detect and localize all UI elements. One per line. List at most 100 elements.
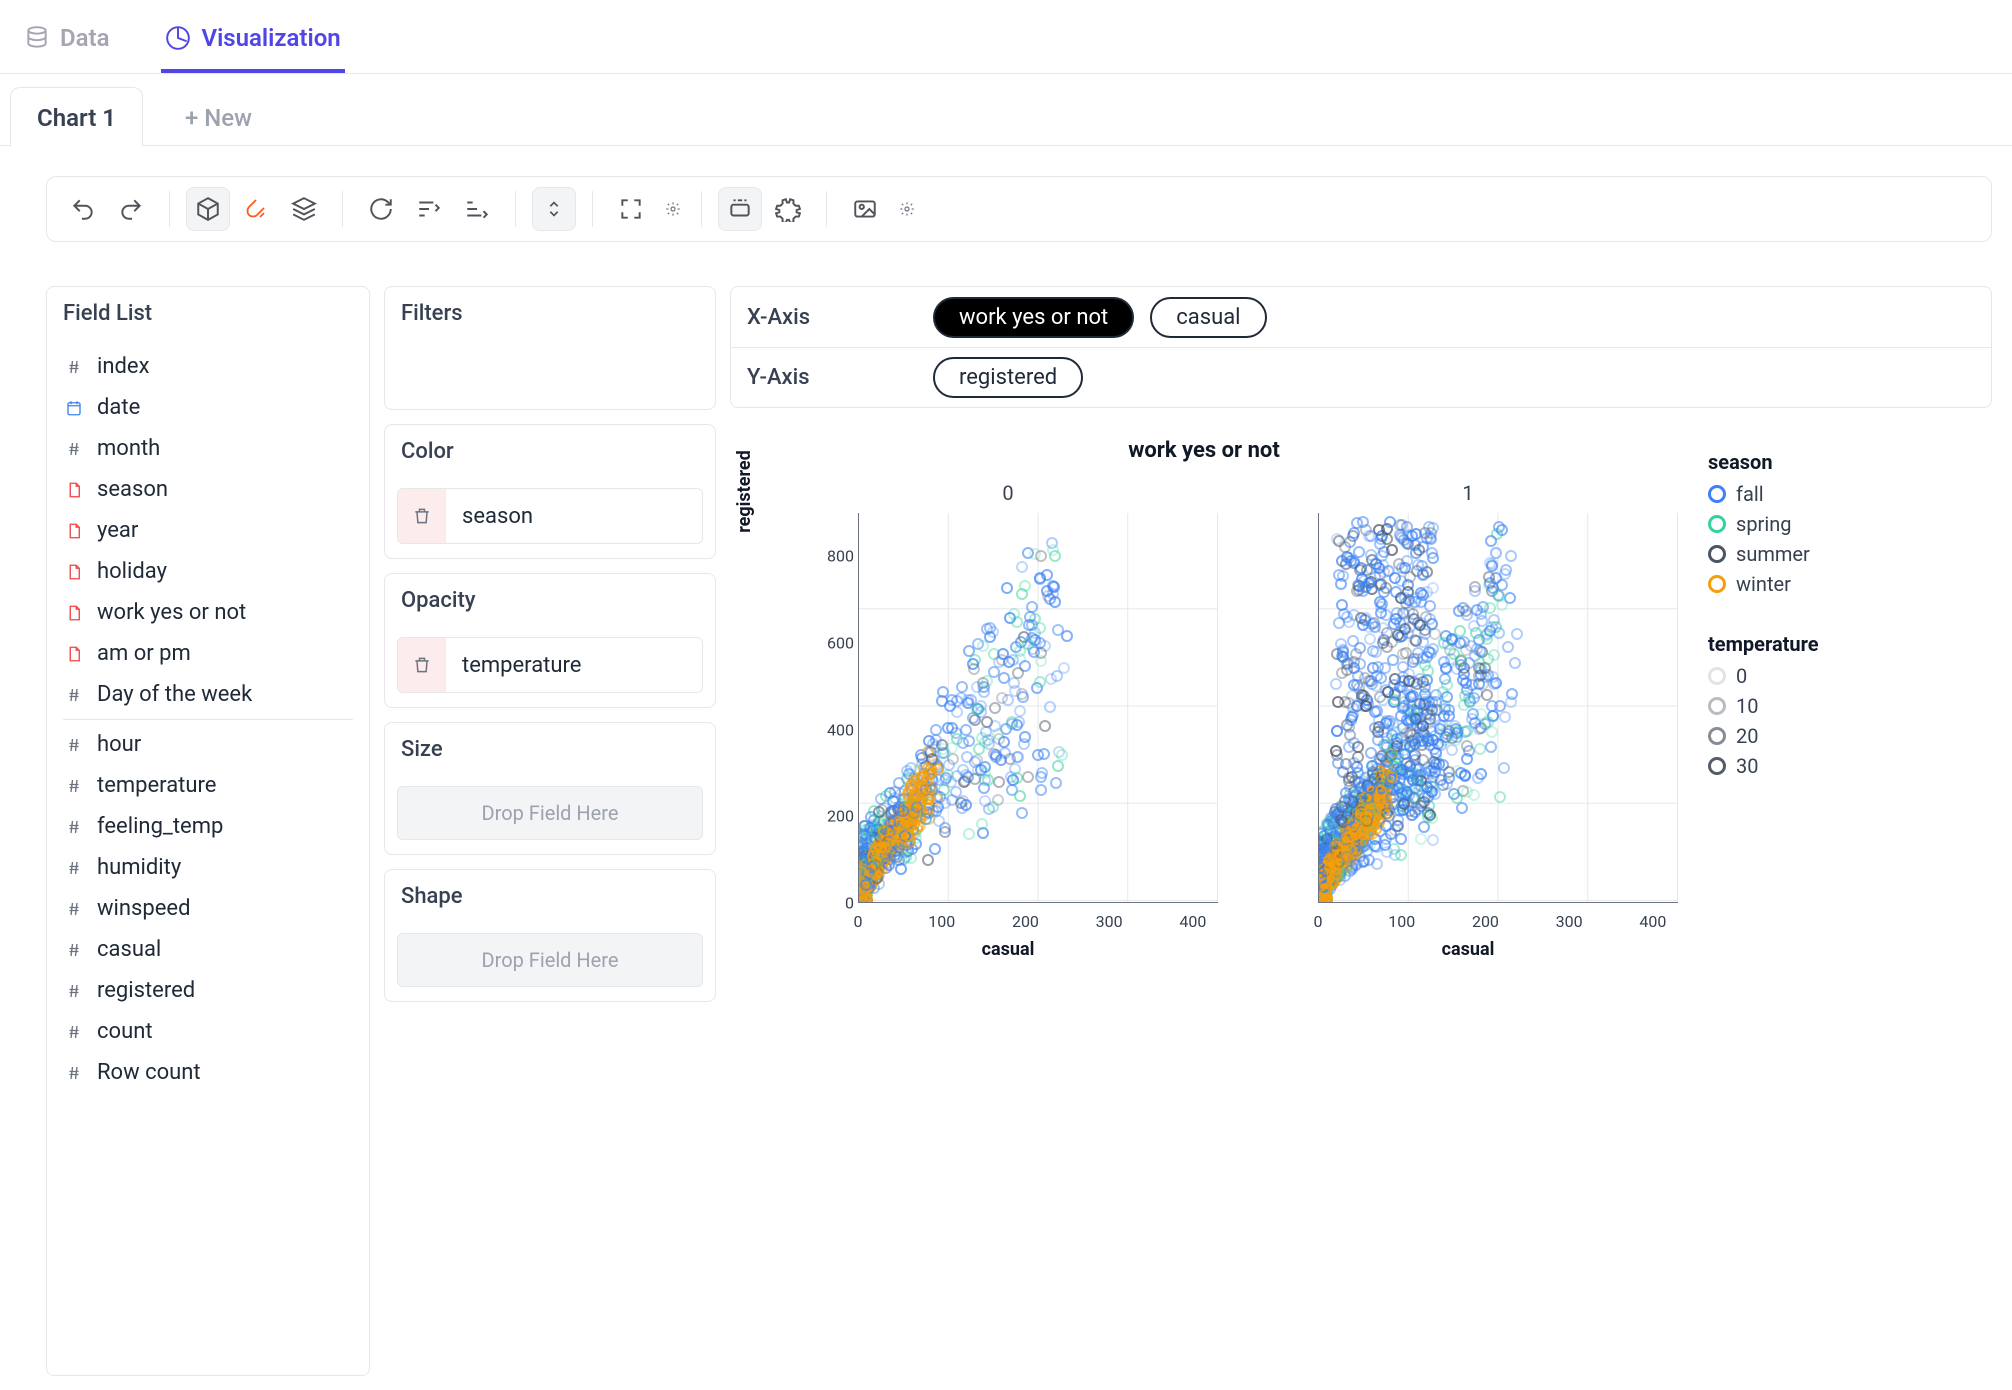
field-label: date <box>97 395 140 420</box>
chart-tab-1[interactable]: Chart 1 <box>10 87 143 146</box>
toolbar <box>46 176 1992 242</box>
field-label: Day of the week <box>97 682 252 707</box>
field-row-count[interactable]: Row count <box>47 1052 369 1093</box>
field-casual[interactable]: casual <box>47 929 369 970</box>
opacity-pill-label: temperature <box>446 653 597 678</box>
size-panel: Size Drop Field Here <box>384 722 716 855</box>
x-axis-shelf[interactable]: X-Axis work yes or not casual <box>731 287 1991 347</box>
field-year[interactable]: year <box>47 510 369 551</box>
export-image-button[interactable] <box>843 187 887 231</box>
field-registered[interactable]: registered <box>47 970 369 1011</box>
mark-type-button[interactable] <box>234 187 278 231</box>
field-label: season <box>97 477 168 502</box>
field-humidity[interactable]: humidity <box>47 847 369 888</box>
x-axis-label: X-Axis <box>747 305 917 330</box>
legend-item-spring[interactable]: spring <box>1708 512 1819 536</box>
remove-color-button[interactable] <box>398 489 446 543</box>
opacity-encoding-temperature[interactable]: temperature <box>397 637 703 693</box>
layers-button[interactable] <box>282 187 326 231</box>
undo-button[interactable] <box>61 187 105 231</box>
y-chip-registered[interactable]: registered <box>933 357 1083 398</box>
type-num-icon <box>63 939 85 961</box>
type-num-icon <box>63 1021 85 1043</box>
type-date-icon <box>63 397 85 419</box>
swatch-icon <box>1708 697 1726 715</box>
legend-item-temp-30[interactable]: 30 <box>1708 754 1819 778</box>
y-axis-shelf[interactable]: Y-Axis registered <box>731 347 1991 407</box>
toolbar-separator <box>515 191 516 227</box>
y-axis-label: Y-Axis <box>747 365 917 390</box>
swatch-icon <box>1708 515 1726 533</box>
shape-panel: Shape Drop Field Here <box>384 869 716 1002</box>
field-hour[interactable]: hour <box>47 724 369 765</box>
export-settings-icon[interactable] <box>895 197 919 221</box>
trash-icon <box>412 506 432 526</box>
x-chip-casual[interactable]: casual <box>1150 297 1266 338</box>
field-feeling_temp[interactable]: feeling_temp <box>47 806 369 847</box>
opacity-panel: Opacity temperature <box>384 573 716 708</box>
y-axis-title: registered <box>734 450 755 533</box>
field-index[interactable]: index <box>47 346 369 387</box>
field-label: month <box>97 436 160 461</box>
sort-desc-button[interactable] <box>455 187 499 231</box>
field-month[interactable]: month <box>47 428 369 469</box>
type-doc-icon <box>63 602 85 624</box>
tab-data-label: Data <box>60 24 109 52</box>
x-tick: 200 <box>1012 912 1039 931</box>
legend-item-summer[interactable]: summer <box>1708 542 1819 566</box>
fullscreen-button[interactable] <box>609 187 653 231</box>
facet-super-title: work yes or not <box>730 438 1678 463</box>
legend-item-fall[interactable]: fall <box>1708 482 1819 506</box>
refresh-button[interactable] <box>359 187 403 231</box>
settings-button[interactable] <box>766 187 810 231</box>
field-day-of-the-week[interactable]: Day of the week <box>47 674 369 715</box>
y-tick: 400 <box>798 720 854 739</box>
field-season[interactable]: season <box>47 469 369 510</box>
type-doc-icon <box>63 643 85 665</box>
tab-visualization[interactable]: Visualization <box>161 12 344 73</box>
x-tick: 300 <box>1096 912 1123 931</box>
field-work-yes-or-not[interactable]: work yes or not <box>47 592 369 633</box>
type-num-icon <box>63 816 85 838</box>
color-panel: Color season <box>384 424 716 559</box>
type-num-icon <box>63 734 85 756</box>
sort-asc-button[interactable] <box>407 187 451 231</box>
field-count[interactable]: count <box>47 1011 369 1052</box>
legend-item-temp-10[interactable]: 10 <box>1708 694 1819 718</box>
size-drop-zone[interactable]: Drop Field Here <box>397 786 703 840</box>
legend-item-temp-0[interactable]: 0 <box>1708 664 1819 688</box>
legend-temperature-title: temperature <box>1708 632 1819 656</box>
y-tick: 0 <box>798 894 854 913</box>
x-chip-facet[interactable]: work yes or not <box>933 297 1134 338</box>
field-label: work yes or not <box>97 600 246 625</box>
type-num-icon <box>63 980 85 1002</box>
tab-data[interactable]: Data <box>20 12 113 73</box>
remove-opacity-button[interactable] <box>398 638 446 692</box>
legend-season-title: season <box>1708 450 1819 474</box>
color-encoding-season[interactable]: season <box>397 488 703 544</box>
plot-0[interactable] <box>858 513 1218 903</box>
axis-scale-button[interactable] <box>532 187 576 231</box>
field-date[interactable]: date <box>47 387 369 428</box>
legend-item-temp-20[interactable]: 20 <box>1708 724 1819 748</box>
plot-1[interactable] <box>1318 513 1678 903</box>
field-am-or-pm[interactable]: am or pm <box>47 633 369 674</box>
cube-button[interactable] <box>186 187 230 231</box>
y-tick: 200 <box>798 807 854 826</box>
fullscreen-settings-icon[interactable] <box>661 197 685 221</box>
facet-1: 1 0100200300400 casual <box>1258 481 1678 960</box>
legend-item-winter[interactable]: winter <box>1708 572 1819 596</box>
filters-panel[interactable]: Filters <box>384 286 716 410</box>
field-holiday[interactable]: holiday <box>47 551 369 592</box>
view-select-button[interactable] <box>718 187 762 231</box>
type-num-icon <box>63 356 85 378</box>
redo-button[interactable] <box>109 187 153 231</box>
top-tabs: Data Visualization <box>0 0 2012 74</box>
shape-drop-zone[interactable]: Drop Field Here <box>397 933 703 987</box>
chart-tab-new[interactable]: + New <box>159 88 278 146</box>
workspace: Field List indexdatemonthseasonyearholid… <box>0 256 2012 1390</box>
field-label: holiday <box>97 559 167 584</box>
field-winspeed[interactable]: winspeed <box>47 888 369 929</box>
field-temperature[interactable]: temperature <box>47 765 369 806</box>
field-label: am or pm <box>97 641 191 666</box>
